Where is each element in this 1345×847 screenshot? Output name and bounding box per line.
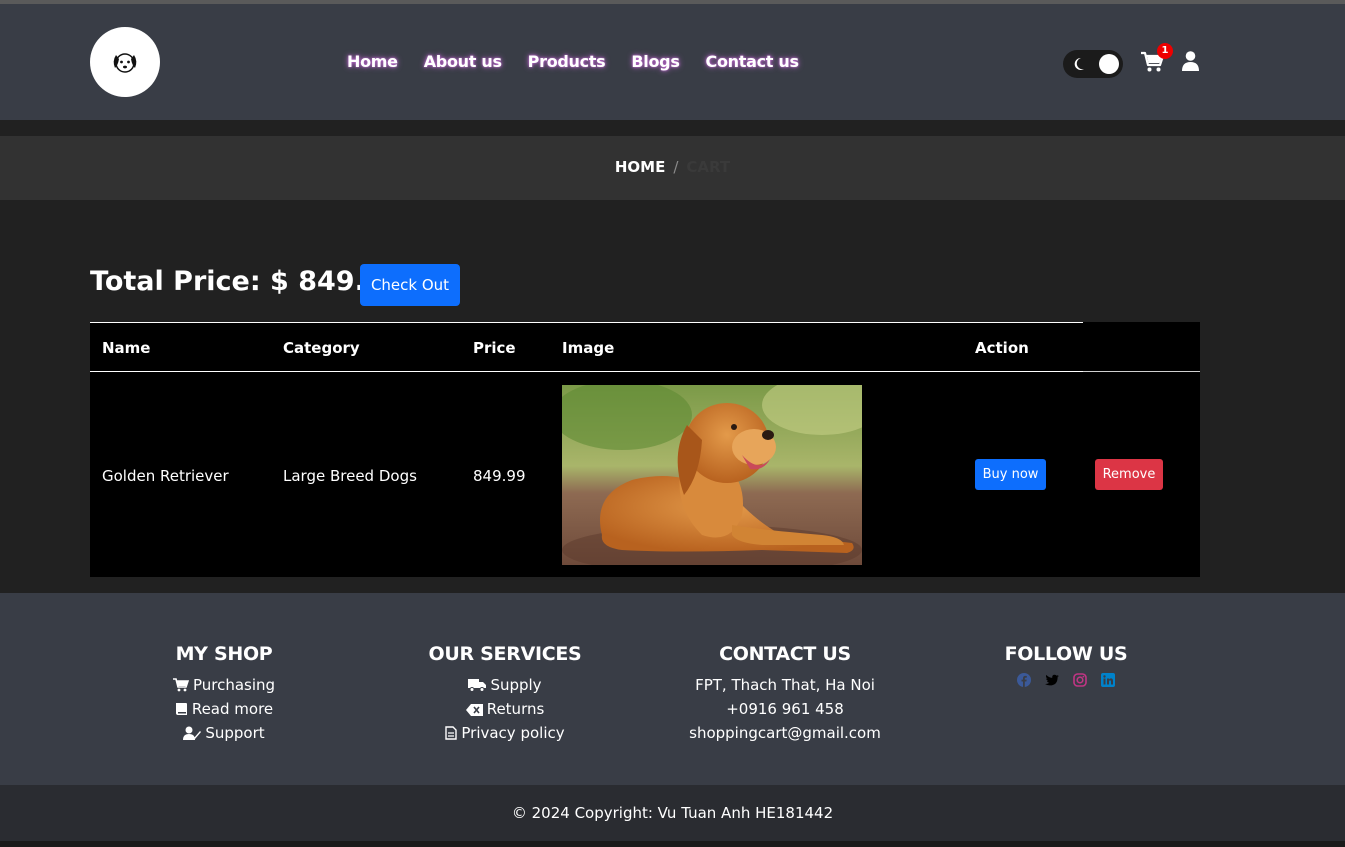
row-product-name: Golden Retriever: [102, 467, 229, 485]
truck-icon: [468, 679, 487, 692]
footer-link-purchasing[interactable]: Purchasing: [84, 673, 364, 697]
site-header: Home About us Products Blogs Contact us …: [0, 4, 1345, 120]
facebook-icon[interactable]: [1017, 673, 1031, 687]
logo[interactable]: [90, 27, 160, 97]
footer-link-returns[interactable]: Returns: [365, 697, 645, 721]
breadcrumb-home[interactable]: HOME: [615, 158, 665, 176]
toggle-knob: [1099, 54, 1119, 74]
backspace-icon: [465, 704, 483, 716]
footer-link-supply[interactable]: Supply: [365, 673, 645, 697]
breadcrumb-current: CART: [686, 158, 731, 176]
breadcrumb-bar: HOME / CART: [0, 136, 1345, 200]
nav-contact-us[interactable]: Contact us: [706, 52, 800, 71]
footer-services-title: OUR SERVICES: [428, 643, 582, 665]
dark-mode-toggle[interactable]: [1063, 50, 1123, 78]
footer-follow-title: FOLLOW US: [1004, 643, 1128, 665]
footer-follow: FOLLOW US: [926, 643, 1206, 687]
column-header-name: Name: [102, 339, 151, 357]
footer-link-privacy-policy-label: Privacy policy: [461, 724, 565, 742]
footer-email: shoppingcart@gmail.com: [689, 724, 881, 742]
footer-link-supply-label: Supply: [490, 676, 542, 694]
product-image: [562, 385, 862, 565]
breadcrumb-separator: /: [673, 158, 679, 176]
footer-link-read-more[interactable]: Read more: [84, 697, 364, 721]
nav-products[interactable]: Products: [528, 52, 606, 71]
column-header-price: Price: [473, 339, 516, 357]
book-icon: [175, 703, 187, 715]
column-header-image: Image: [562, 339, 615, 357]
checkout-button[interactable]: Check Out: [360, 264, 460, 306]
footer-link-read-more-label: Read more: [191, 700, 274, 718]
footer-address: FPT, Thach That, Ha Noi: [695, 676, 875, 694]
column-header-category: Category: [283, 339, 360, 357]
user-support-icon: [183, 726, 202, 740]
nav-about-us[interactable]: About us: [424, 52, 502, 71]
twitter-icon[interactable]: [1045, 673, 1059, 687]
footer-services: OUR SERVICES Supply Returns Privacy poli…: [365, 643, 645, 745]
column-header-action: Action: [975, 339, 1029, 357]
footer-phone: +0916 961 458: [726, 700, 844, 718]
row-product-price: 849.99: [473, 467, 526, 485]
footer-my-shop-title: MY SHOP: [175, 643, 273, 665]
footer-link-privacy-policy[interactable]: Privacy policy: [365, 721, 645, 745]
footer-link-returns-label: Returns: [486, 700, 545, 718]
nav-blogs[interactable]: Blogs: [631, 52, 679, 71]
user-icon[interactable]: [1181, 51, 1200, 71]
document-icon: [445, 726, 458, 740]
footer-contact: CONTACT US FPT, Thach That, Ha Noi +0916…: [645, 643, 925, 745]
table-header-bottom-border: [90, 371, 1083, 372]
footer-my-shop: MY SHOP Purchasing Read more Support: [84, 643, 364, 745]
social-links: [926, 673, 1206, 687]
nav-home[interactable]: Home: [347, 52, 398, 71]
main-nav: Home About us Products Blogs Contact us: [347, 52, 825, 71]
moon-icon: [1074, 57, 1084, 70]
linkedin-icon[interactable]: [1101, 673, 1115, 687]
remove-button[interactable]: Remove: [1095, 459, 1163, 490]
table-header-top-border: [90, 322, 1083, 323]
bottom-border: [0, 841, 1345, 847]
footer-link-purchasing-label: Purchasing: [192, 676, 276, 694]
footer-link-support-label: Support: [205, 724, 265, 742]
cart-icon: [172, 678, 189, 692]
footer-contact-title: CONTACT US: [719, 643, 851, 665]
cart-table: Name Category Price Image Action Golden …: [90, 322, 1200, 577]
breadcrumb: HOME / CART: [0, 158, 1345, 176]
row-product-category: Large Breed Dogs: [283, 467, 417, 485]
buy-now-button[interactable]: Buy now: [975, 459, 1046, 490]
copyright-bar: © 2024 Copyright: Vu Tuan Anh HE181442: [0, 785, 1345, 841]
copyright-text: © 2024 Copyright: Vu Tuan Anh HE181442: [511, 804, 834, 822]
dog-logo-icon: [113, 53, 137, 73]
total-price: Total Price: $ 849.99: [90, 266, 403, 297]
instagram-icon[interactable]: [1073, 673, 1087, 687]
footer-link-support[interactable]: Support: [84, 721, 364, 745]
table-header-bottom-border-extension: [1083, 371, 1200, 372]
cart-count-badge: 1: [1157, 43, 1173, 59]
site-footer: MY SHOP Purchasing Read more Support OUR…: [0, 593, 1345, 785]
